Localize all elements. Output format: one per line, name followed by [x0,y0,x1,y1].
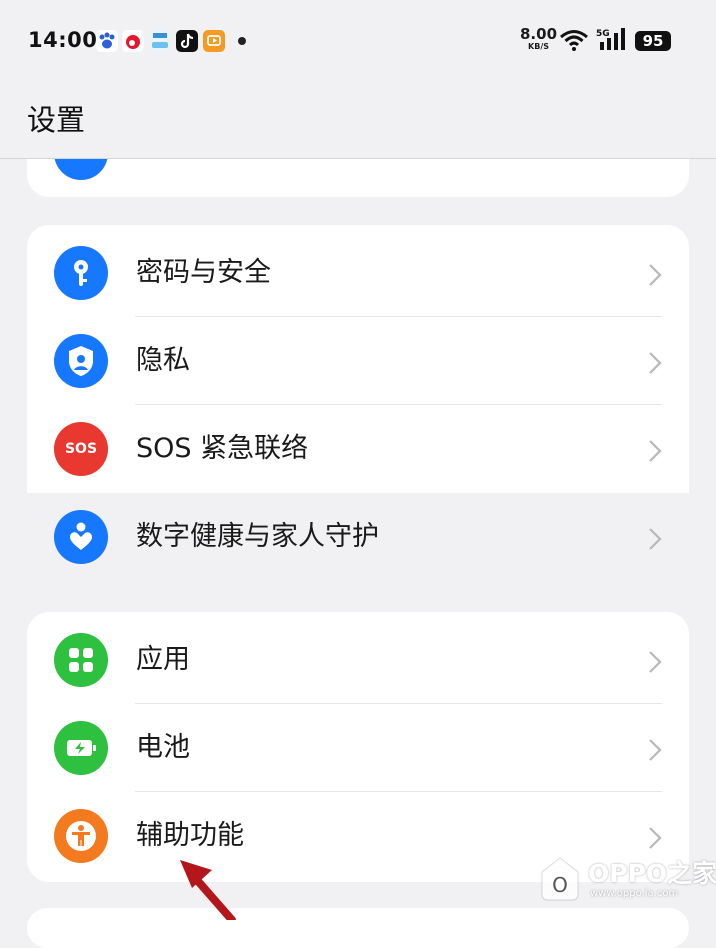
key-icon [54,246,108,300]
chevron-right-icon [648,738,662,766]
settings-item-apps[interactable]: 应用 [27,616,689,704]
battery-level: 95 [635,31,671,51]
weibo-icon [122,30,144,52]
more-notifications-dot [238,37,246,45]
status-bar: 14:00 8.00 KB/S 5G 95 [0,0,716,80]
cellular-signal-icon: 5G [596,27,628,57]
settings-item-battery[interactable]: 电池 [27,704,689,792]
next-settings-card [27,908,689,948]
settings-item-label: 密码与安全 [136,257,271,288]
status-time: 14:00 [28,28,98,52]
annotation-arrow-icon [180,860,236,920]
notification-center-icon [54,159,108,180]
privacy-shield-icon [54,334,108,388]
apps-settings-card: 应用 电池 辅助功能 [27,612,689,882]
battery-icon [54,721,108,775]
tiktok-icon [176,30,198,52]
page-title: 设置 [27,103,86,137]
settings-item-password-security[interactable]: 密码与安全 [27,229,689,317]
partial-settings-card: 通知与控制中心 [27,159,689,197]
settings-item-label: 应用 [136,644,190,675]
svg-text:O: O [552,873,568,897]
watermark-url: www.oppo.la.com [590,888,679,899]
chevron-right-icon [648,351,662,379]
game-app-icon [149,30,171,52]
watermark-logo-icon: O [541,857,579,901]
settings-item-sos[interactable]: SOS SOS 紧急联络 [27,405,689,493]
settings-item-privacy[interactable]: 隐私 [27,317,689,405]
settings-item-label: SOS 紧急联络 [136,433,309,464]
settings-item-notifications[interactable]: 通知与控制中心 [27,159,689,197]
chevron-right-icon [648,439,662,467]
settings-item-digital-wellbeing[interactable]: 数字健康与家人守护 [27,493,689,583]
watermark-text: OPPO之家 [588,859,716,888]
sos-icon: SOS [54,422,108,476]
partial-card-clip: 通知与控制中心 [0,159,716,209]
digital-wellbeing-icon [54,510,108,564]
sos-icon-text: SOS [64,441,98,457]
settings-item-label: 数字健康与家人守护 [136,521,379,552]
settings-item-label: 电池 [136,732,190,763]
network-speed: 8.00 KB/S [520,25,558,51]
apps-grid-icon [54,633,108,687]
network-type-label: 5G [596,29,610,39]
settings-item-label: 隐私 [136,345,190,376]
settings-item-label: 通知与控制中心 [136,159,325,191]
chevron-right-icon [648,650,662,678]
wifi-icon [559,28,589,56]
baidu-icon [96,30,118,52]
video-app-icon [203,30,225,52]
accessibility-icon [54,809,108,863]
chevron-right-icon [648,263,662,291]
security-settings-card: 密码与安全 隐私 SOS SOS 紧急联络 数字健康与家人守护 [27,225,689,583]
chevron-right-icon [648,527,662,555]
oppo-watermark: O OPPO之家 www.oppo.la.com [534,848,716,908]
